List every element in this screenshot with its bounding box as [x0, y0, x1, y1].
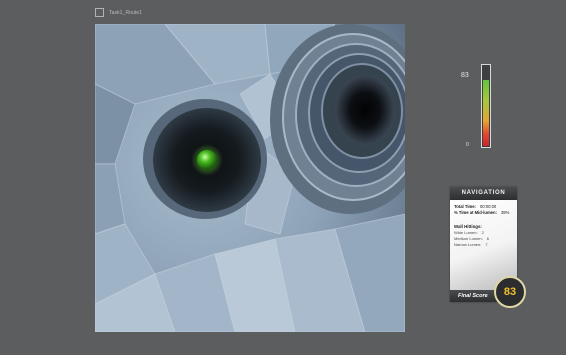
final-score-label: Final Score	[458, 293, 488, 299]
wide-lumen-label: Wide Lumen:	[454, 230, 478, 235]
medium-lumen-value: 6	[486, 236, 489, 241]
total-time-value: 00:00:00	[479, 204, 497, 209]
narrow-lumen-label: Narrow Lumen:	[454, 242, 482, 247]
gauge-min-label: 0	[466, 142, 469, 148]
task-checkbox[interactable]	[95, 8, 104, 17]
mid-lumen-row: % Time at Mid-lumen: 39%	[454, 210, 513, 216]
task-label: Task1_Route1	[109, 9, 143, 16]
wide-lumen-value: 2	[481, 230, 484, 235]
score-gauge	[481, 64, 491, 148]
green-ball-icon	[197, 150, 217, 170]
narrow-lumen-value: 7	[485, 242, 488, 247]
task-header: Task1_Route1	[95, 8, 142, 17]
final-score-value: 83	[503, 286, 517, 298]
medium-lumen-label: Medium Lumen:	[454, 236, 483, 241]
game-viewport[interactable]	[95, 24, 405, 332]
mid-lumen-value: 39%	[500, 210, 510, 215]
final-score-badge: 83	[494, 276, 526, 308]
narrow-lumen-row: Narrow Lumen: 7	[454, 242, 513, 248]
wall-hittings-label: Wall Hittings:	[454, 224, 482, 229]
navigation-title: NAVIGATION	[450, 187, 517, 200]
gauge-value-label: 83	[461, 72, 469, 79]
mid-lumen-label: % Time at Mid-lumen:	[454, 210, 497, 215]
gauge-fill	[483, 79, 489, 146]
total-time-label: Total Time:	[454, 204, 476, 209]
tunnel-scene	[95, 24, 405, 332]
